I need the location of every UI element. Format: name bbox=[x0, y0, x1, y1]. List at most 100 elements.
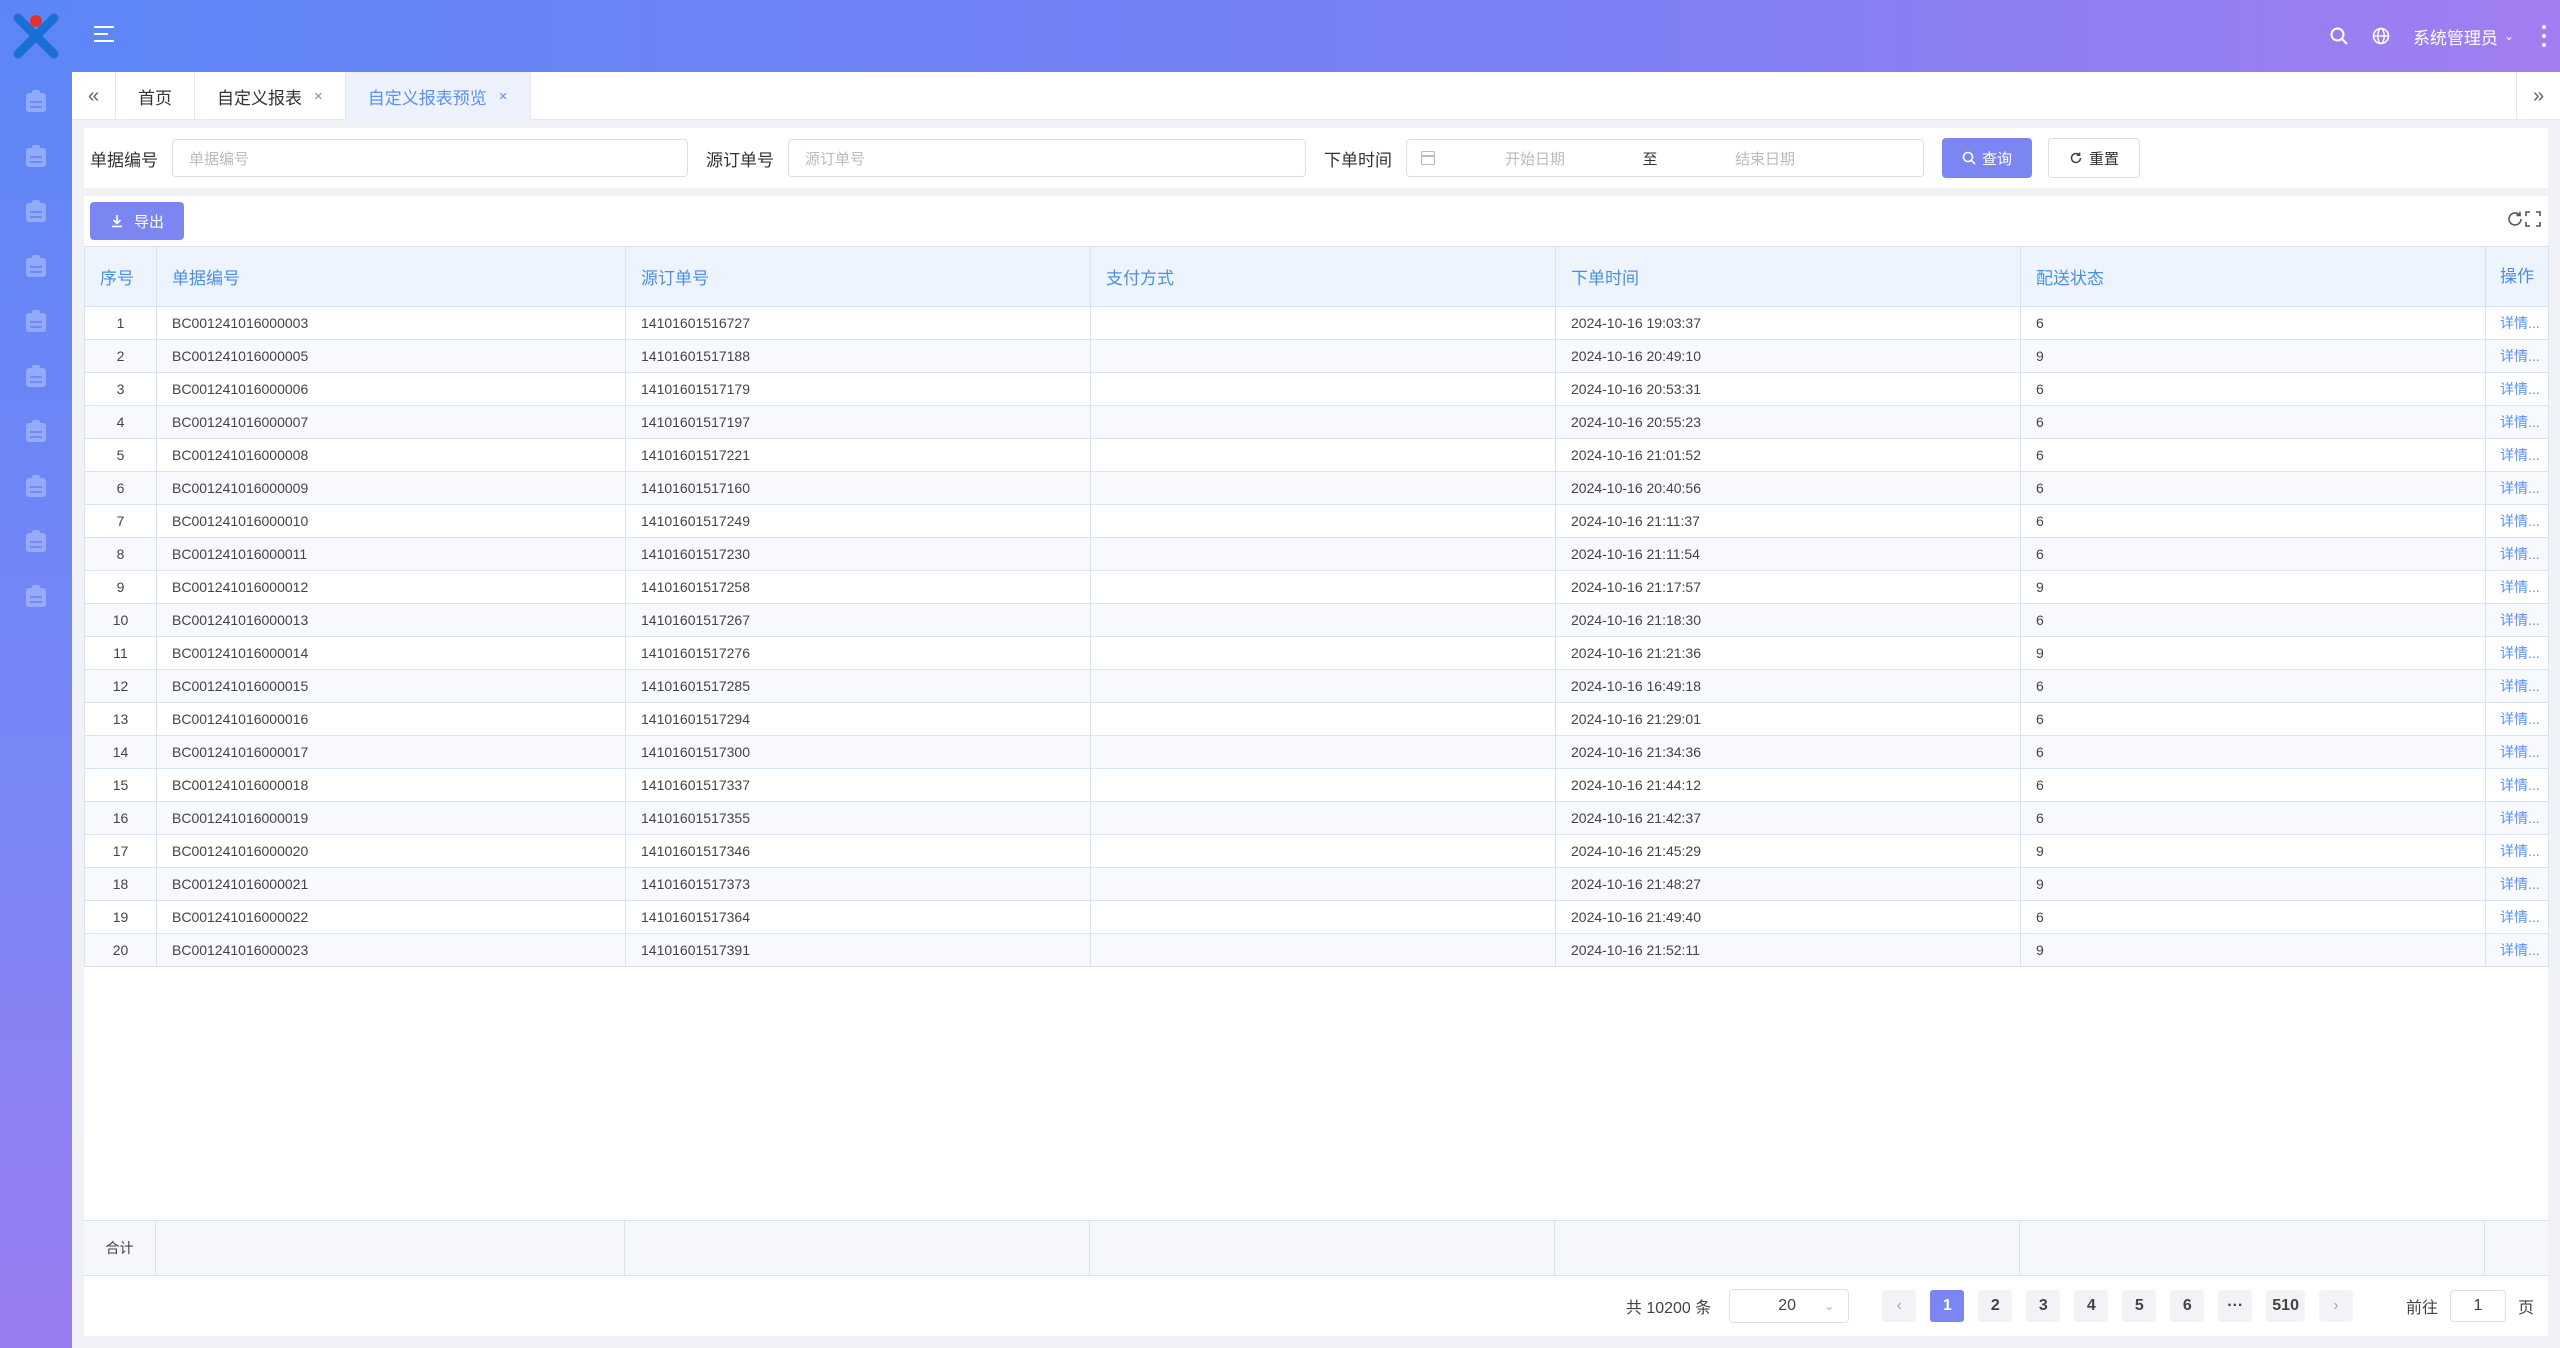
export-button[interactable]: 导出 bbox=[90, 202, 185, 240]
table-cell: 14101601517355 bbox=[625, 801, 1091, 835]
row-actions-cell: 详情... bbox=[2485, 603, 2549, 637]
table-cell: 14101601517221 bbox=[625, 438, 1091, 472]
more-pages-button[interactable]: ··· bbox=[2218, 1290, 2253, 1322]
table-cell: 2024-10-16 21:34:36 bbox=[1555, 735, 2021, 769]
detail-link[interactable]: 详情... bbox=[2500, 348, 2540, 364]
reset-button[interactable]: 重置 bbox=[2048, 138, 2141, 178]
sidebar-menu-clipboard-icon[interactable] bbox=[26, 365, 46, 387]
detail-link[interactable]: 详情... bbox=[2500, 909, 2540, 925]
row-actions-cell: 详情... bbox=[2485, 933, 2549, 967]
table-cell: 2024-10-16 21:29:01 bbox=[1555, 702, 2021, 736]
page-number-button[interactable]: 5 bbox=[2122, 1290, 2157, 1322]
next-page-button[interactable]: › bbox=[2318, 1290, 2353, 1322]
table-row: 3 BC001241016000006 14101601517179 2024-10-… bbox=[84, 372, 2549, 406]
report-card: 导出 序号 单据编号 源订单号 支付方式 下单时间 配送状态 操作 1 BC001241016… bbox=[84, 196, 2549, 1336]
refresh-table-icon[interactable] bbox=[2506, 210, 2524, 228]
table-cell: BC001241016000003 bbox=[156, 306, 626, 340]
sidebar-menu-clipboard-icon[interactable] bbox=[26, 585, 46, 607]
table-cell: 2024-10-16 21:01:52 bbox=[1555, 438, 2021, 472]
detail-link[interactable]: 详情... bbox=[2500, 711, 2540, 727]
close-icon[interactable]: × bbox=[499, 88, 508, 105]
query-button[interactable]: 查询 bbox=[1942, 138, 2033, 178]
column-header: 操作 bbox=[2485, 246, 2549, 307]
row-actions-cell: 详情... bbox=[2485, 735, 2549, 769]
tab-item[interactable]: 首页 bbox=[116, 72, 195, 120]
detail-link[interactable]: 详情... bbox=[2500, 546, 2540, 562]
table-cell: 6 bbox=[2020, 702, 2486, 736]
sidebar-menu-clipboard-icon[interactable] bbox=[26, 475, 46, 497]
sidebar-menu-clipboard-icon[interactable] bbox=[26, 420, 46, 442]
detail-link[interactable]: 详情... bbox=[2500, 315, 2540, 331]
table-cell: 8 bbox=[84, 537, 157, 571]
detail-link[interactable]: 详情... bbox=[2500, 447, 2540, 463]
table-cell: 6 bbox=[2020, 900, 2486, 934]
detail-link[interactable]: 详情... bbox=[2500, 678, 2540, 694]
page-number-button[interactable]: 1 bbox=[1930, 1290, 1965, 1322]
detail-link[interactable]: 详情... bbox=[2500, 876, 2540, 892]
table-row: 15 BC001241016000018 14101601517337 2024-10… bbox=[84, 768, 2549, 802]
tabs-scroll-left-icon[interactable]: « bbox=[72, 72, 116, 120]
detail-link[interactable]: 详情... bbox=[2500, 942, 2540, 958]
page-number-button[interactable]: 6 bbox=[2170, 1290, 2205, 1322]
table-cell: 14101601517391 bbox=[625, 933, 1091, 967]
detail-link[interactable]: 详情... bbox=[2500, 513, 2540, 529]
user-name: 系统管理员 bbox=[2412, 28, 2498, 48]
start-date-input[interactable]: 开始日期 bbox=[1435, 148, 1635, 169]
table-cell: 14101601517179 bbox=[625, 372, 1091, 406]
row-actions-cell: 详情... bbox=[2485, 339, 2549, 373]
table-cell: 2024-10-16 21:48:27 bbox=[1555, 867, 2021, 901]
fullscreen-icon[interactable] bbox=[2524, 210, 2542, 228]
page-size-select[interactable]: 20 ⌄ bbox=[1729, 1289, 1850, 1323]
total-count: 共 10200 条 bbox=[1625, 1300, 1712, 1317]
table-cell bbox=[1090, 867, 1556, 901]
prev-page-button[interactable]: ‹ bbox=[1882, 1290, 1917, 1322]
detail-link[interactable]: 详情... bbox=[2500, 612, 2540, 628]
tab-label: 首页 bbox=[138, 88, 172, 108]
detail-link[interactable]: 详情... bbox=[2500, 480, 2540, 496]
detail-link[interactable]: 详情... bbox=[2500, 843, 2540, 859]
detail-link[interactable]: 详情... bbox=[2500, 810, 2540, 826]
sidebar-menu-clipboard-icon[interactable] bbox=[26, 145, 46, 167]
close-icon[interactable]: × bbox=[314, 88, 323, 105]
table-cell: 14 bbox=[84, 735, 157, 769]
table-cell: 6 bbox=[2020, 504, 2486, 538]
sidebar-menu-clipboard-icon[interactable] bbox=[26, 200, 46, 222]
table-cell: 3 bbox=[84, 372, 157, 406]
more-vertical-icon[interactable] bbox=[2542, 25, 2548, 47]
row-actions-cell: 详情... bbox=[2485, 801, 2549, 835]
end-date-input[interactable]: 结束日期 bbox=[1665, 148, 1865, 169]
search-icon[interactable] bbox=[2329, 26, 2349, 46]
order-no-input[interactable]: 单据编号 bbox=[172, 139, 688, 177]
detail-link[interactable]: 详情... bbox=[2500, 645, 2540, 661]
tab-item[interactable]: 自定义报表 × bbox=[195, 72, 346, 120]
order-time-range-picker[interactable]: 开始日期 至 结束日期 bbox=[1406, 139, 1924, 177]
table-cell: 2024-10-16 21:18:30 bbox=[1555, 603, 2021, 637]
page-number-button[interactable]: 2 bbox=[1978, 1290, 2013, 1322]
detail-link[interactable]: 详情... bbox=[2500, 777, 2540, 793]
detail-link[interactable]: 详情... bbox=[2500, 381, 2540, 397]
goto-page-input[interactable]: 1 bbox=[2449, 1290, 2506, 1322]
menu-toggle-icon[interactable] bbox=[94, 26, 114, 42]
page-number-button[interactable]: 510 bbox=[2266, 1290, 2305, 1322]
table-cell bbox=[1090, 471, 1556, 505]
tab-item[interactable]: 自定义报表预览 × bbox=[345, 72, 531, 120]
table-cell: 9 bbox=[2020, 339, 2486, 373]
table-cell: 6 bbox=[2020, 306, 2486, 340]
sidebar-menu-clipboard-icon[interactable] bbox=[26, 90, 46, 112]
table-cell: BC001241016000010 bbox=[156, 504, 626, 538]
detail-link[interactable]: 详情... bbox=[2500, 579, 2540, 595]
sidebar-menu-clipboard-icon[interactable] bbox=[26, 310, 46, 332]
table-cell: 14101601517197 bbox=[625, 405, 1091, 439]
page-number-button[interactable]: 3 bbox=[2026, 1290, 2061, 1322]
language-globe-icon[interactable] bbox=[2371, 26, 2391, 46]
tabs-scroll-right-icon[interactable]: » bbox=[2516, 72, 2560, 120]
sidebar-menu-clipboard-icon[interactable] bbox=[26, 255, 46, 277]
sidebar-menu-clipboard-icon[interactable] bbox=[26, 530, 46, 552]
page-number-button[interactable]: 4 bbox=[2074, 1290, 2109, 1322]
detail-link[interactable]: 详情... bbox=[2500, 414, 2540, 430]
source-no-input[interactable]: 源订单号 bbox=[788, 139, 1306, 177]
user-menu[interactable]: 系统管理员 ⌄ bbox=[2413, 24, 2514, 49]
table-cell: 14101601517285 bbox=[625, 669, 1091, 703]
detail-link[interactable]: 详情... bbox=[2500, 744, 2540, 760]
row-actions-cell: 详情... bbox=[2485, 372, 2549, 406]
